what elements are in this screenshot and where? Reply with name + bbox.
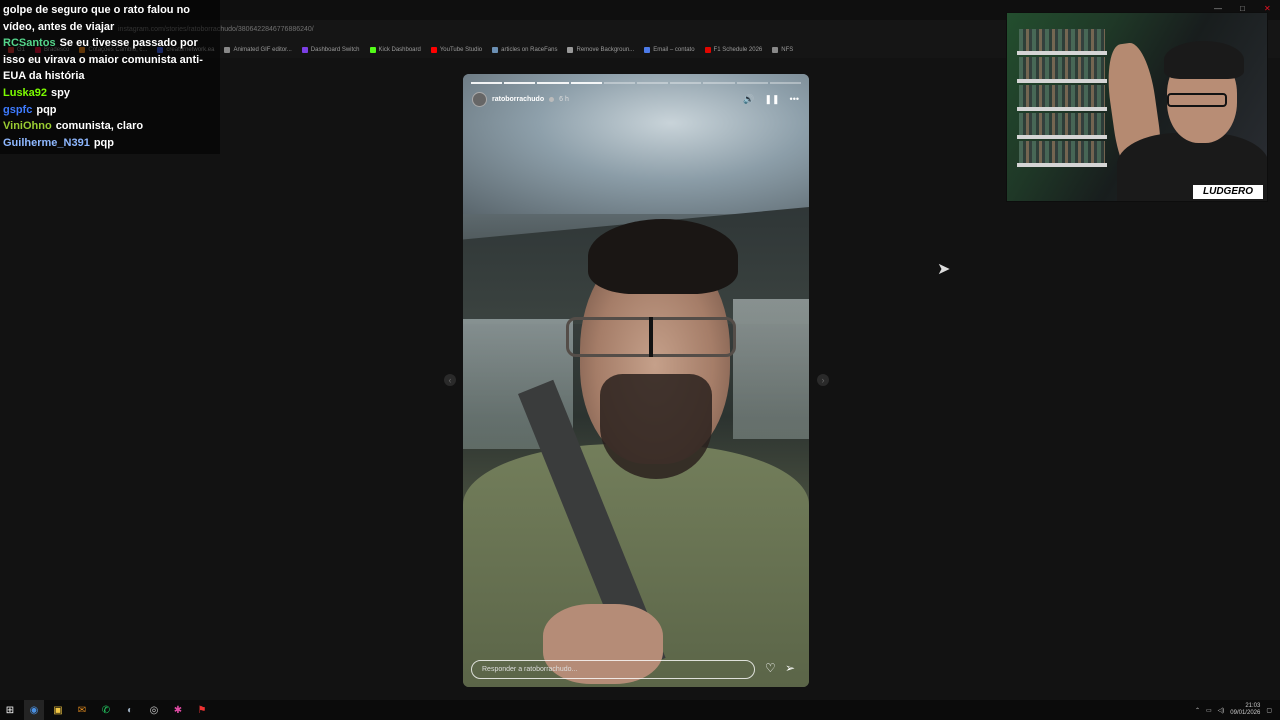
clock[interactable]: 21:03 09/01/2026 — [1230, 703, 1260, 717]
story-username[interactable]: ratoborrachudo — [492, 96, 544, 103]
bookmark-item[interactable]: Remove Backgroun... — [567, 47, 634, 53]
video-window-right — [733, 299, 809, 439]
bookmark-label: YouTube Studio — [439, 47, 483, 53]
progress-segment — [471, 82, 503, 84]
progress-segment — [570, 82, 602, 84]
pause-icon[interactable]: ❚❚ — [764, 94, 779, 105]
bookmark-label: NFS — [781, 47, 794, 53]
bookmark-item[interactable]: Kick Dashboard — [369, 47, 421, 53]
previous-story-button[interactable]: ‹ — [444, 374, 456, 386]
streamlabs-icon[interactable]: ⚑ — [192, 700, 212, 720]
progress-segment — [703, 82, 735, 84]
bookmark-label: Animated GIF editor... — [233, 47, 292, 53]
bookmark-item[interactable]: NFS — [772, 47, 793, 53]
verified-icon — [549, 96, 555, 102]
file-explorer-icon[interactable]: ▣ — [48, 700, 68, 720]
bookmark-label: articles on RaceFans — [501, 47, 558, 53]
bookmark-item[interactable]: F1 Schedule 2026 — [704, 47, 763, 53]
bookmark-label: Email – contato — [653, 47, 695, 53]
bookmark-favicon-icon — [224, 47, 231, 53]
system-tray: ⌃ ▭ ◁) 21:03 09/01/2026 ▢ — [1195, 700, 1272, 720]
chat-text: comunista, claro — [55, 120, 144, 133]
chat-message: ViniOhno comunista, claro — [3, 118, 217, 135]
progress-segment — [537, 82, 569, 84]
video-glasses — [566, 317, 736, 357]
bookmark-favicon-icon — [301, 47, 308, 53]
chat-message: RCSantos Se eu tivesse passado por isso e… — [3, 35, 217, 85]
progress-segment — [637, 82, 669, 84]
streamer-cap — [1164, 41, 1244, 79]
bookmark-label: Kick Dashboard — [378, 47, 421, 53]
chat-username: ViniOhno — [3, 120, 52, 133]
bookmark-favicon-icon — [492, 47, 499, 53]
story-avatar[interactable] — [472, 91, 487, 107]
bookmark-favicon-icon — [644, 47, 651, 53]
progress-segment — [504, 82, 536, 84]
more-icon[interactable]: ••• — [790, 94, 799, 104]
speaker-icon[interactable]: 🔊 — [743, 94, 754, 105]
chat-text: pqp — [36, 103, 57, 116]
bookmark-item[interactable]: YouTube Studio — [430, 47, 483, 53]
streamer-logo: LUDGERO — [1193, 185, 1263, 199]
taskbar: ⊞ ◉ ▣ ✉ ✆ ◐ ◎ ✱ ⚑ ⌃ ▭ ◁) 21:03 09/01/2026 ▢ — [0, 700, 1280, 720]
notifications-icon[interactable]: ▢ — [1266, 707, 1272, 714]
bookmark-favicon-icon — [369, 47, 376, 53]
bookmark-favicon-icon — [567, 47, 574, 53]
chat-message: gspfc pqp — [3, 102, 217, 119]
streamer-glasses — [1167, 93, 1227, 107]
progress-segment — [736, 82, 768, 84]
chat-message: Luska92 spy — [3, 85, 217, 102]
chat-text: spy — [51, 86, 70, 99]
progress-segment — [769, 82, 802, 84]
stream-chat-overlay: golpe de seguro que o rato falou no víde… — [0, 0, 220, 154]
webcam-overlay: LUDGERO — [1006, 12, 1268, 202]
network-icon[interactable]: ▭ — [1206, 707, 1212, 714]
story-time: 6 h — [559, 95, 569, 103]
app-pink-icon[interactable]: ✱ — [168, 700, 188, 720]
bookmark-item[interactable]: Dashboard Switch — [301, 47, 360, 53]
chat-username: Guilherme_N391 — [3, 136, 90, 149]
story-progress-bar — [471, 82, 802, 84]
bookmark-item[interactable]: articles on RaceFans — [492, 47, 557, 53]
bookmark-label: Dashboard Switch — [310, 47, 360, 53]
chat-text: golpe de seguro que o rato falou no víde… — [3, 4, 191, 33]
chat-username: RCSantos — [3, 37, 56, 50]
bookshelf — [1019, 29, 1105, 51]
bookmark-favicon-icon — [772, 47, 779, 53]
chevron-up-icon[interactable]: ⌃ — [1195, 707, 1200, 714]
mail-icon[interactable]: ✉ — [72, 700, 92, 720]
next-story-button[interactable]: › — [817, 374, 829, 386]
chat-message: golpe de seguro que o rato falou no víde… — [3, 2, 217, 35]
bookmark-item[interactable]: Animated GIF editor... — [224, 47, 292, 53]
video-beard — [600, 374, 712, 479]
obs-icon[interactable]: ◎ — [144, 700, 164, 720]
bookmark-label: F1 Schedule 2026 — [713, 47, 763, 53]
bookmark-item[interactable]: Email – contato — [644, 47, 695, 53]
reply-input[interactable]: Responder a ratoborrachudo... — [471, 660, 755, 679]
volume-icon[interactable]: ◁) — [1218, 707, 1225, 714]
story-header: ratoborrachudo 6 h 🔊 ❚❚ ••• — [472, 91, 799, 107]
send-icon[interactable]: ➢ — [785, 661, 795, 675]
app-icon[interactable]: ◐ — [120, 700, 140, 720]
bookmark-favicon-icon — [704, 47, 711, 53]
story-viewer[interactable]: ratoborrachudo 6 h 🔊 ❚❚ ••• Responder a … — [463, 74, 809, 687]
bookmark-label: Remove Backgroun... — [576, 47, 635, 53]
chat-text: pqp — [93, 136, 114, 149]
heart-icon[interactable]: ♡ — [765, 661, 776, 675]
progress-segment — [603, 82, 636, 84]
windows-start-icon[interactable]: ⊞ — [0, 700, 20, 720]
chat-username: Luska92 — [3, 86, 48, 99]
bookmark-favicon-icon — [430, 47, 437, 53]
video-hair — [588, 219, 738, 294]
whatsapp-icon[interactable]: ✆ — [96, 700, 116, 720]
chat-username: gspfc — [3, 103, 33, 116]
chrome-icon[interactable]: ◉ — [24, 700, 44, 720]
progress-segment — [670, 82, 702, 84]
chat-message: Guilherme_N391 pqp — [3, 135, 217, 152]
